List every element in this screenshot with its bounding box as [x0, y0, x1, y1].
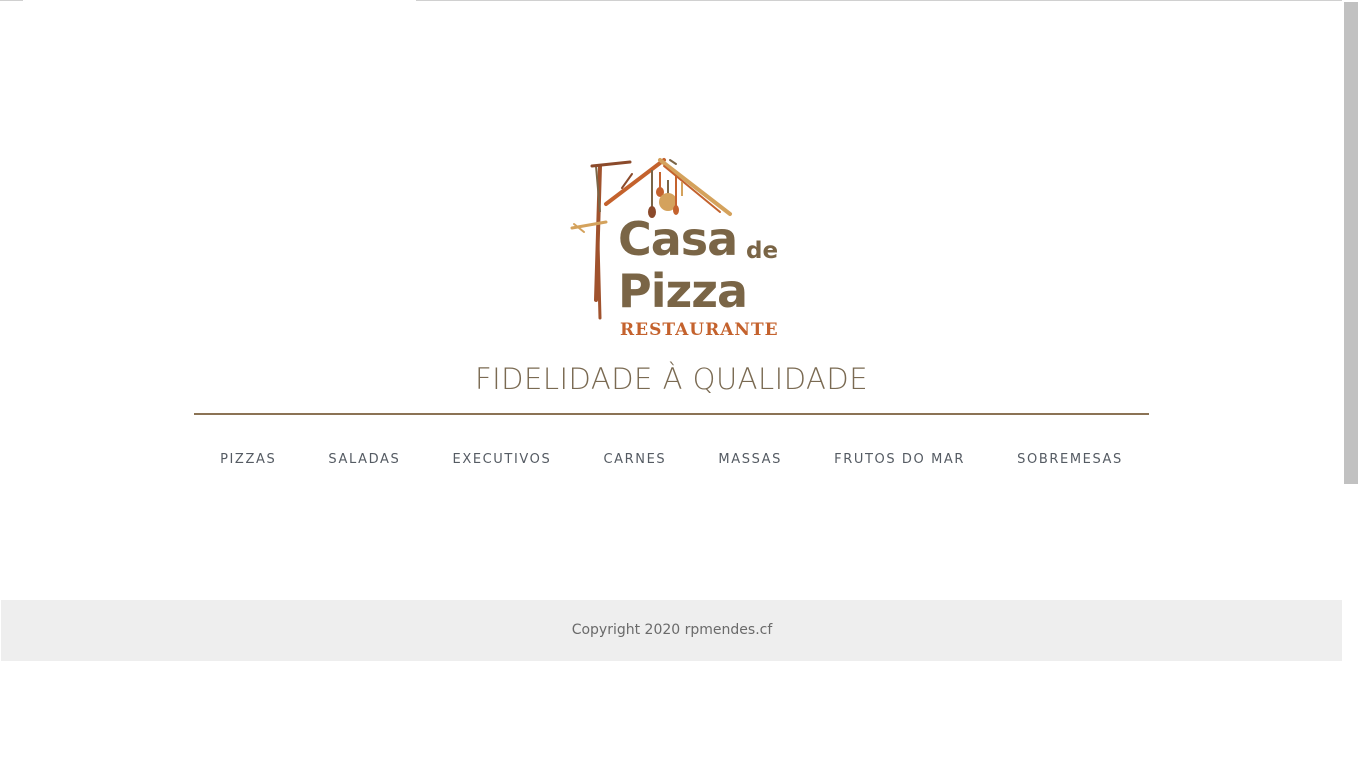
page: Casa de Pizza RESTAURANTE FIDELIDADE À Q…: [0, 0, 1360, 768]
nav-item-executivos: EXECUTIVOS: [453, 448, 552, 467]
nav-item-pizzas: PIZZAS: [220, 448, 276, 467]
nav-item-massas: MASSAS: [718, 448, 782, 467]
nav-item-sobremesas: SOBREMESAS: [1017, 448, 1123, 467]
restaurant-logo[interactable]: Casa de Pizza RESTAURANTE: [560, 152, 800, 348]
logo-pizza-text: Pizza: [618, 264, 748, 318]
nav-link-saladas[interactable]: SALADAS: [328, 452, 400, 467]
nav-item-frutos-do-mar: FRUTOS DO MAR: [834, 448, 965, 467]
nav-link-pizzas[interactable]: PIZZAS: [220, 452, 276, 467]
logo-restaurante-text: RESTAURANTE: [620, 320, 779, 340]
logo-casa-text: Casa: [618, 212, 738, 266]
footer: Copyright 2020 rpmendes.cf: [1, 600, 1360, 661]
nav-link-frutos-do-mar[interactable]: FRUTOS DO MAR: [834, 452, 965, 467]
nav-link-massas[interactable]: MASSAS: [718, 452, 782, 467]
header-divider: [194, 413, 1149, 415]
tagline: FIDELIDADE À QUALIDADE: [474, 362, 869, 396]
main-nav: PIZZAS SALADAS EXECUTIVOS CARNES MASSAS …: [194, 444, 1149, 470]
nav-link-carnes[interactable]: CARNES: [603, 452, 666, 467]
nav-item-saladas: SALADAS: [328, 448, 400, 467]
logo-de-text: de: [746, 238, 779, 264]
vertical-scrollbar[interactable]: [1342, 0, 1360, 768]
top-border-gap: [23, 0, 416, 1]
nav-link-executivos[interactable]: EXECUTIVOS: [453, 452, 552, 467]
nav-item-carnes: CARNES: [603, 448, 666, 467]
copyright-text: Copyright 2020 rpmendes.cf: [571, 622, 773, 638]
scrollbar-thumb[interactable]: [1344, 2, 1358, 484]
nav-link-sobremesas[interactable]: SOBREMESAS: [1017, 452, 1123, 467]
